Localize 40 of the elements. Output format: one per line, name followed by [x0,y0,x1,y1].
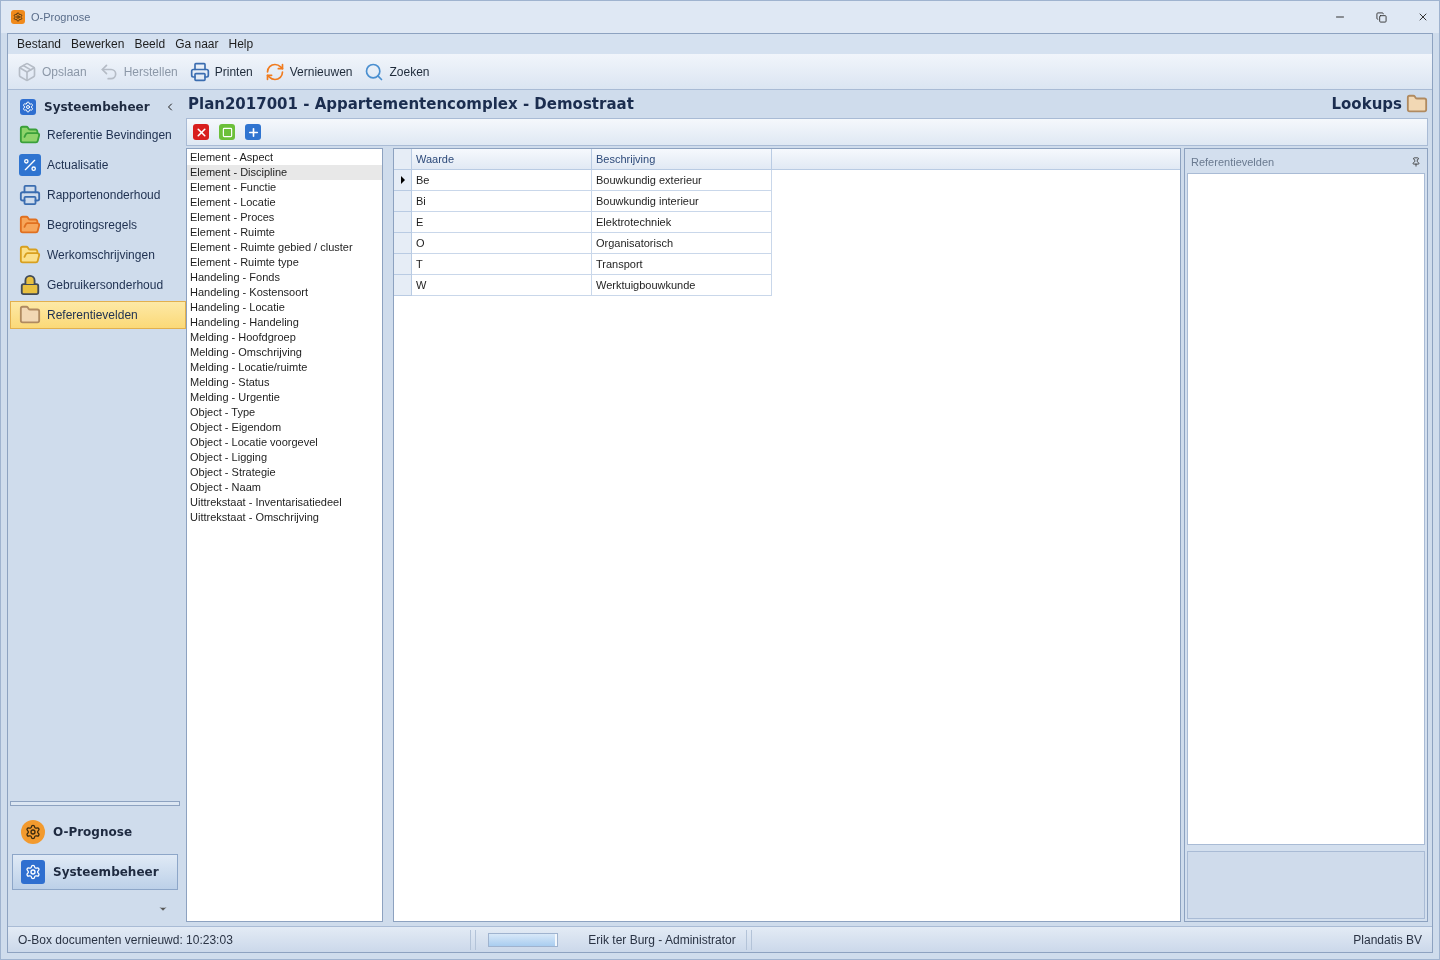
toolbar-button[interactable]: Vernieuwen [261,59,356,84]
table-cell: Bouwkundig interieur [592,191,772,212]
status-user: Erik ter Burg - Administrator [587,932,737,947]
table-cell: Werktuigbouwkunde [592,275,772,296]
sidebar-item[interactable]: Werkomschrijvingen [10,241,186,269]
section-title: Lookups [1331,95,1402,113]
page-title: Plan2017001 - Appartementencomplex - Demostraat [188,95,634,113]
status-company: Plandatis BV [1352,932,1423,947]
window-title: O-Prognose [31,11,92,23]
sidebar-item[interactable]: Actualisatie [10,151,186,179]
menu-item[interactable]: Bewerken [68,37,128,51]
table-cell: Bi [412,191,592,212]
sidebar-item[interactable]: Begrotingsregels [10,211,186,239]
status-message: O-Box documenten vernieuwd: 10:23:03 [17,932,234,947]
module-button[interactable]: O-Prognose [12,814,178,850]
table-cell: E [412,212,592,233]
column-header[interactable]: Waarde [412,149,592,170]
toolbar-button[interactable]: Zoeken [361,59,433,84]
menu-item[interactable]: Ga naar [172,37,222,51]
table-cell: Bouwkundig exterieur [592,170,772,191]
module-button[interactable]: Systeembeheer [12,854,178,890]
table-cell: Transport [592,254,772,275]
table-cell: T [412,254,592,275]
column-header[interactable]: Beschrijving [592,149,772,170]
sidebar-item[interactable]: Referentie Bevindingen [10,121,186,149]
panel-title: Referentievelden [1191,156,1275,168]
table-cell: O [412,233,592,254]
sidebar-title: Systeembeheer [44,100,151,114]
table-cell: Elektrotechniek [592,212,772,233]
menu-item[interactable]: Help [225,37,257,51]
toolbar-button[interactable]: Printen [186,59,256,84]
sidebar-item[interactable]: Referentievelden [10,301,186,329]
sidebar-item[interactable]: Rapportenonderhoud [10,181,186,209]
menu-item[interactable]: Beeld [131,37,169,51]
table-cell: Organisatorisch [592,233,772,254]
menu-item[interactable]: Bestand [14,37,65,51]
table-cell: W [412,275,592,296]
sidebar-item[interactable]: Gebruikersonderhoud [10,271,186,299]
table-cell: Be [412,170,592,191]
list-item[interactable]: Element - Discipline [187,165,382,180]
